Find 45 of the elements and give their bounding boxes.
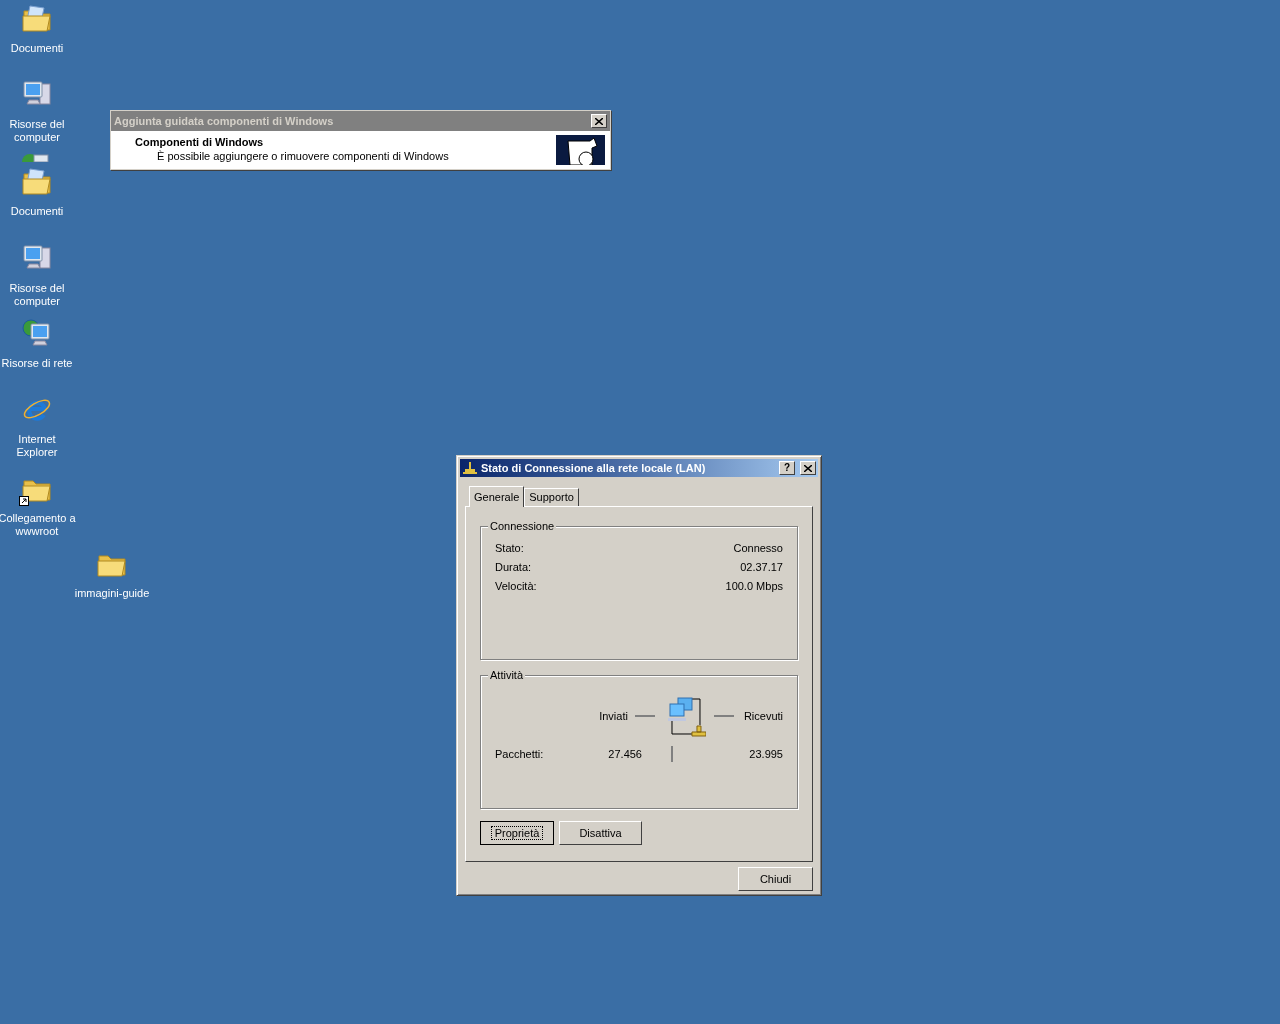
window-title: Stato di Connessione alla rete locale (LAN): [481, 460, 707, 476]
help-button[interactable]: ?: [779, 461, 795, 475]
dialog-button[interactable]: Proprietà: [480, 821, 554, 845]
close-dialog-button[interactable]: Chiudi: [738, 867, 813, 891]
close-icon: [804, 464, 812, 472]
status-value: 02.37.17: [740, 560, 783, 574]
tab[interactable]: Generale: [469, 486, 525, 507]
globe-computer-icon: [21, 317, 53, 349]
network-plug-icon: [462, 461, 478, 475]
desktop-icon[interactable]: [21, 165, 53, 197]
desktop-icon[interactable]: [21, 2, 53, 34]
group-title: Connessione: [488, 519, 557, 533]
dialog-button[interactable]: Disattiva: [559, 821, 642, 845]
desktop-icon-label[interactable]: immagini-guide: [74, 587, 150, 600]
wizard-heading: Componenti di Windows: [135, 135, 265, 149]
desktop-icon-label[interactable]: Risorse di rete: [1, 357, 73, 370]
wizard-box-icon: [556, 135, 605, 165]
desktop-icon-label[interactable]: Documenti: [10, 205, 64, 218]
packets-label: Pacchetti:: [495, 747, 545, 761]
close-button[interactable]: [800, 461, 816, 475]
desktop-icon-label[interactable]: Risorse del computer: [0, 282, 76, 308]
documents-folder-icon: [21, 2, 53, 34]
network-computers-icon: [665, 696, 706, 740]
close-button[interactable]: [591, 114, 607, 128]
tab[interactable]: Supporto: [524, 488, 579, 506]
globe-computer-icon: [20, 152, 52, 162]
status-label: Velocità:: [495, 579, 537, 593]
group-title: Attività: [488, 668, 525, 682]
status-value: 100.0 Mbps: [725, 579, 783, 593]
close-icon: [595, 117, 603, 125]
documents-folder-icon: [21, 165, 53, 197]
status-label: Durata:: [495, 560, 532, 574]
window-title: Aggiunta guidata componenti di Windows: [114, 113, 334, 129]
desktop-icon-label[interactable]: Internet Explorer: [0, 433, 76, 459]
desktop-icon-label[interactable]: Documenti: [10, 42, 64, 55]
received-count: 23.995: [748, 747, 783, 761]
sent-count: 27.456: [607, 747, 642, 761]
received-label: Ricevuti: [743, 709, 783, 724]
status-label: Stato:: [495, 541, 524, 555]
shortcut-arrow-icon: [19, 496, 29, 506]
wizard-subtitle: È possibile aggiungere o rimuovere componenti di Windows: [157, 149, 449, 163]
desktop-icon[interactable]: [21, 317, 53, 349]
sent-label: Inviati: [599, 709, 628, 724]
status-value: Connesso: [733, 541, 783, 555]
desktop-icon-label[interactable]: Risorse del computer: [0, 118, 76, 144]
